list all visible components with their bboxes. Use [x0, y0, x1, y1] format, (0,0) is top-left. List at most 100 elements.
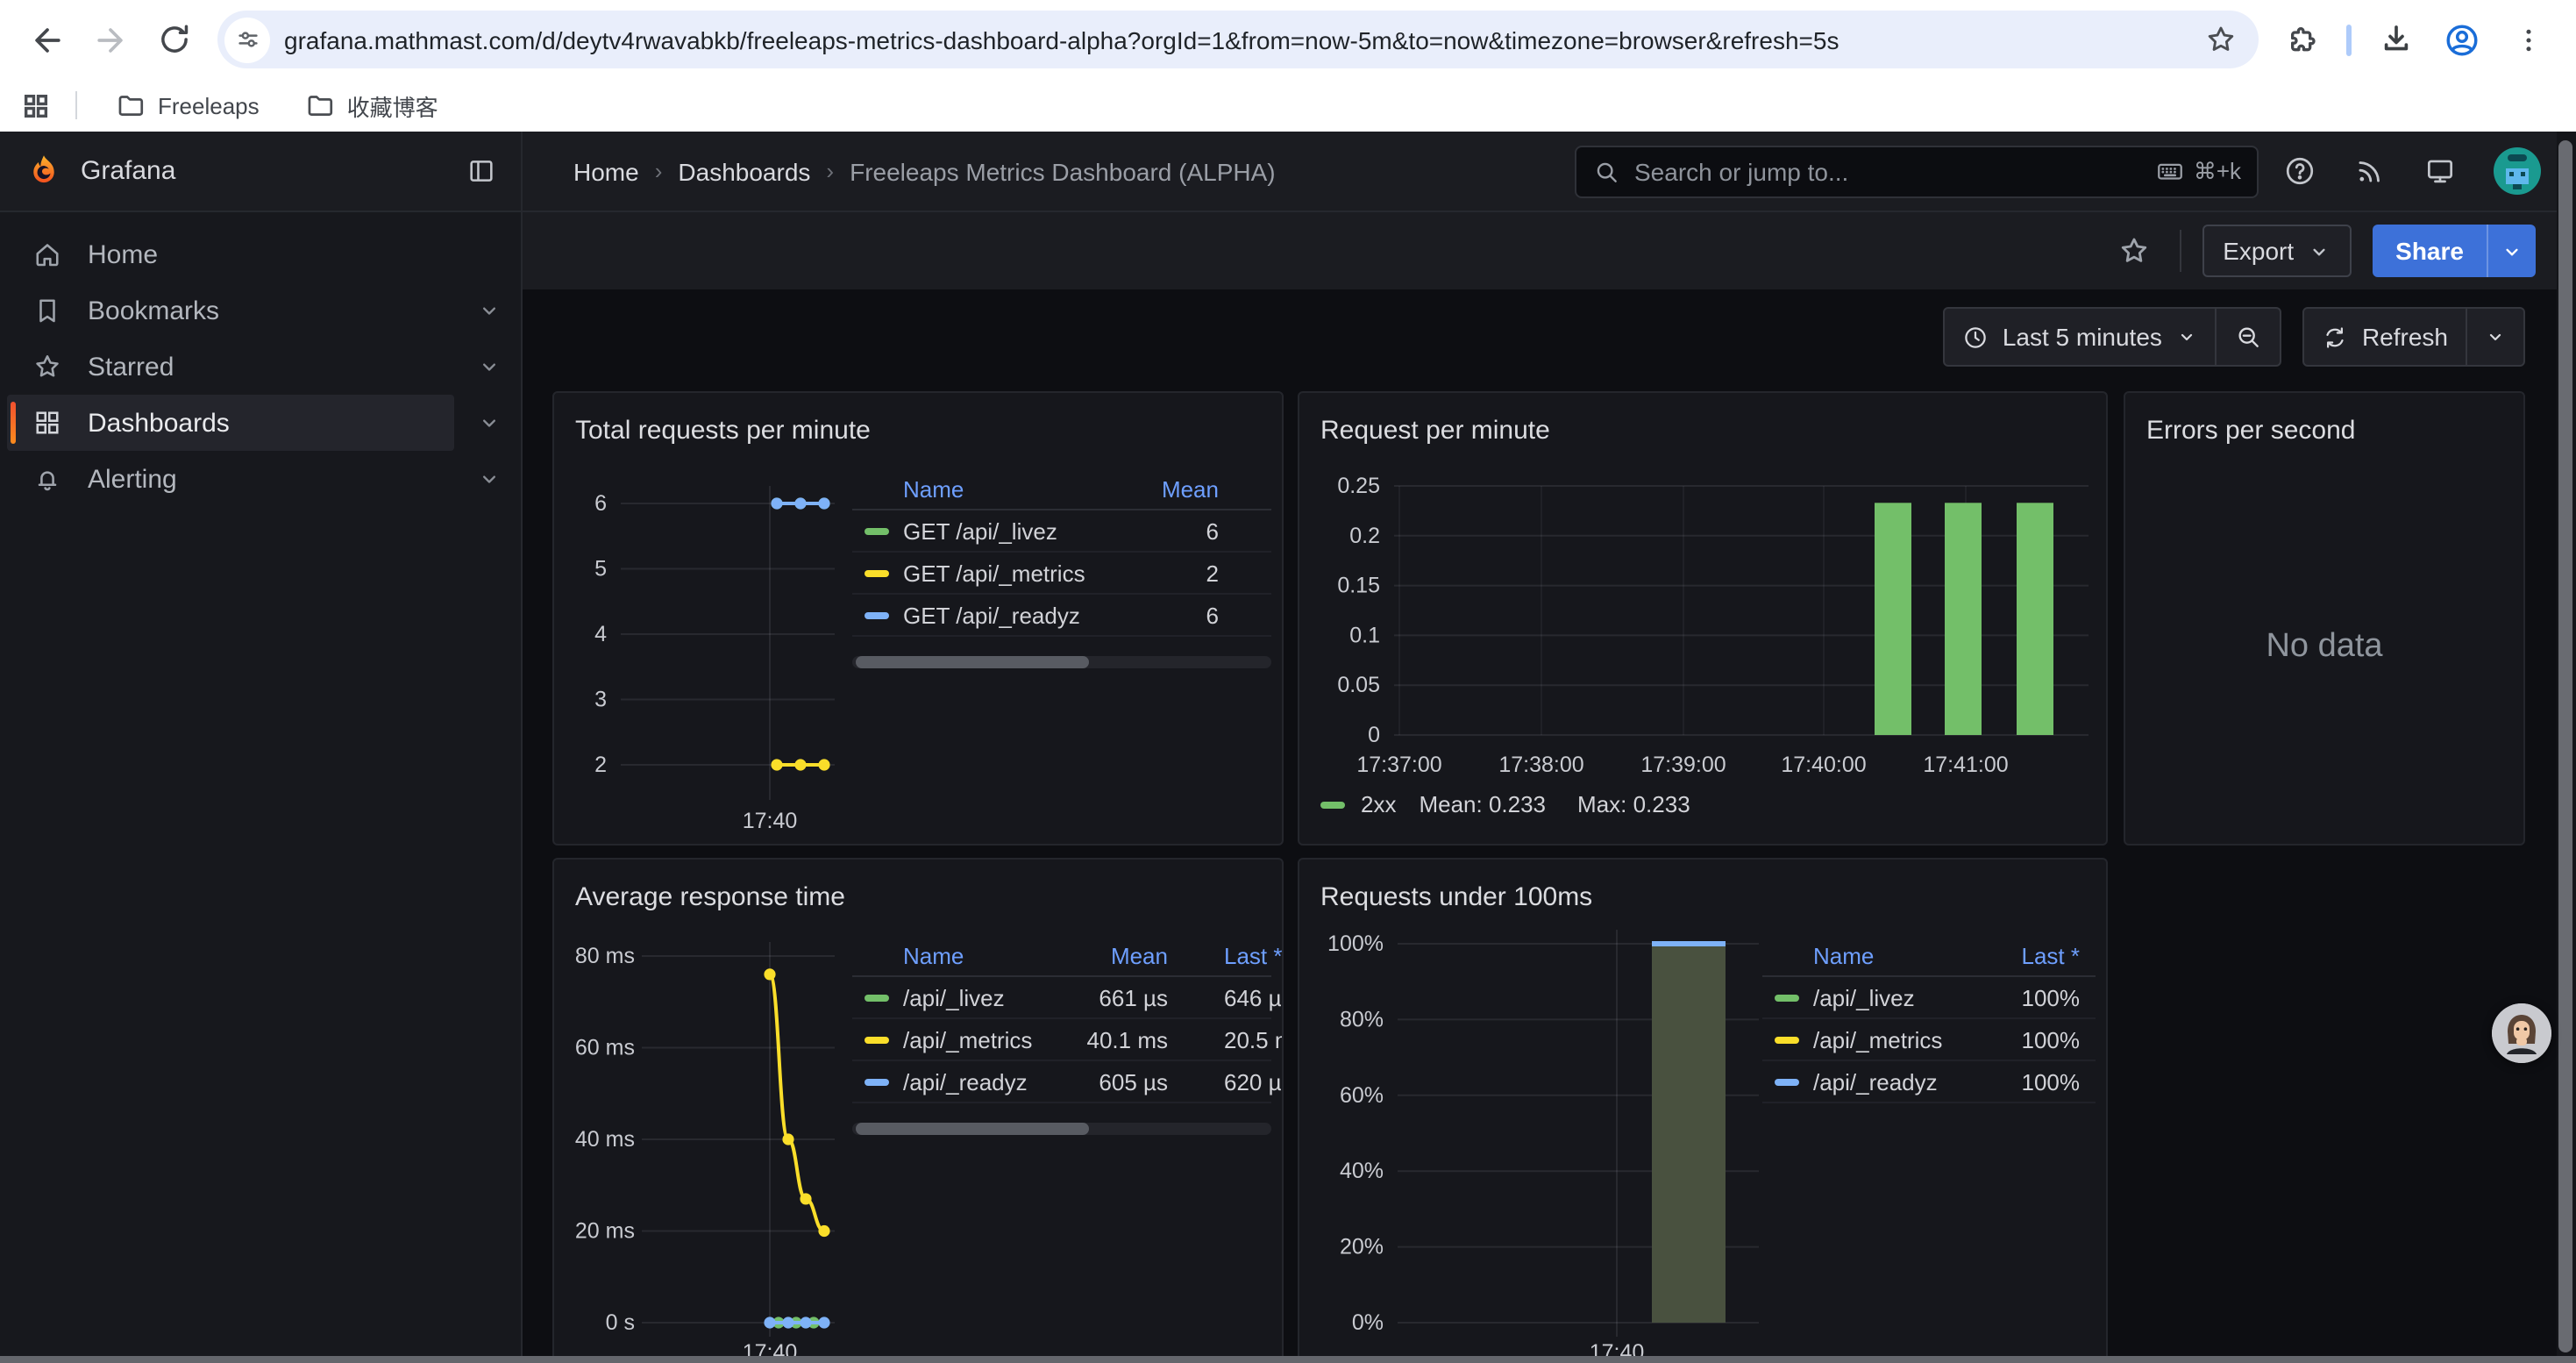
time-controls: Last 5 minutes Refresh [1943, 307, 2525, 367]
svg-text:17:41:00: 17:41:00 [1923, 753, 2008, 777]
series-name[interactable]: /api/_livez [903, 984, 1005, 1010]
svg-text:80%: 80% [1340, 1007, 1384, 1031]
legend-row[interactable]: /api/_metrics 100% [1762, 1019, 2096, 1061]
series-color-dash [1775, 994, 1799, 1001]
user-avatar[interactable] [2494, 147, 2541, 195]
legend-col-mean[interactable]: Mean [1162, 476, 1219, 503]
legend-col-name[interactable]: Name [903, 943, 964, 969]
series-name[interactable]: /api/_metrics [903, 1026, 1032, 1053]
bookmark-folder-freeleaps[interactable]: Freeleaps [102, 85, 274, 125]
legend-scrollbar[interactable] [852, 1123, 1271, 1135]
breadcrumb-dashboards[interactable]: Dashboards [678, 157, 810, 185]
legend-row[interactable]: GET /api/_metrics 2 [852, 553, 1271, 595]
sidebar-item-home[interactable]: Home [7, 226, 454, 282]
news-button[interactable] [2353, 154, 2387, 188]
scrollbar-thumb[interactable] [856, 1123, 1089, 1135]
horizontal-scrollbar[interactable] [0, 1356, 2576, 1363]
back-button[interactable] [18, 10, 77, 69]
series-name[interactable]: GET /api/_livez [903, 517, 1057, 544]
legend-col-last[interactable]: Last * [1224, 943, 1283, 969]
time-range-picker[interactable]: Last 5 minutes [1945, 309, 2215, 365]
favorite-star-button[interactable] [2116, 233, 2151, 268]
refresh-button[interactable]: Refresh [2304, 309, 2466, 365]
bookmark-star-button[interactable] [2204, 23, 2238, 56]
profile-button[interactable] [2432, 10, 2492, 69]
series-color-dash [865, 527, 889, 534]
legend-row[interactable]: /api/_readyz 100% [1762, 1061, 2096, 1103]
sidebar-item-starred[interactable]: Starred [7, 339, 454, 395]
chevron-down-icon[interactable] [477, 282, 502, 339]
svg-text:40 ms: 40 ms [575, 1127, 635, 1152]
series-color-dash [865, 994, 889, 1001]
vertical-scrollbar[interactable] [2557, 132, 2576, 1363]
export-button[interactable]: Export [2202, 225, 2352, 277]
downloads-button[interactable] [2366, 10, 2425, 69]
share-button[interactable]: Share [2373, 225, 2536, 277]
share-menu-button[interactable] [2487, 225, 2536, 277]
scrollbar-thumb[interactable] [856, 656, 1089, 668]
sidebar: Home Bookmarks Starred Dashboards [0, 212, 523, 1363]
bookmark-folder-blogs[interactable]: 收藏博客 [291, 83, 452, 127]
series-name[interactable]: /api/_readyz [1813, 1068, 1938, 1095]
help-button[interactable] [2283, 154, 2316, 188]
legend-col-last[interactable]: Last * [2022, 943, 2081, 969]
panel-total-requests[interactable]: Total requests per minute 6543217:40 Nam… [552, 391, 1284, 846]
extensions-button[interactable] [2273, 10, 2332, 69]
apps-grid-button[interactable] [21, 90, 51, 120]
monitor-icon [2423, 154, 2457, 188]
sidebar-item-dashboards[interactable]: Dashboards [7, 395, 454, 451]
legend-col-name[interactable]: Name [903, 476, 964, 503]
scrollbar-thumb[interactable] [2558, 140, 2572, 1352]
time-range-label: Last 5 minutes [2003, 323, 2162, 351]
site-info-icon[interactable] [224, 17, 270, 62]
address-bar[interactable]: grafana.mathmast.com/d/deytv4rwavabkb/fr… [217, 11, 2259, 68]
help-icon [2283, 154, 2316, 188]
zoom-out-button[interactable] [2217, 309, 2280, 365]
breadcrumb-home[interactable]: Home [573, 157, 639, 185]
series-name[interactable]: /api/_metrics [1813, 1026, 1942, 1053]
panel-avg-response-time[interactable]: Average response time 80 ms60 ms40 ms20 … [552, 858, 1284, 1363]
forward-button[interactable] [81, 10, 140, 69]
legend-row[interactable]: /api/_livez 661 µs 646 µs [852, 977, 1271, 1019]
series-name[interactable]: GET /api/_readyz [903, 602, 1080, 628]
folder-icon [305, 90, 335, 120]
chevron-down-icon[interactable] [477, 451, 502, 507]
browser-menu-button[interactable] [2499, 10, 2558, 69]
grafana-header: Grafana Home › Dashboards › Freeleaps Me… [0, 132, 2576, 212]
series-name[interactable]: /api/_livez [1813, 984, 1915, 1010]
extensions-puzzle-icon [2285, 22, 2320, 57]
legend-row[interactable]: /api/_metrics 40.1 ms 20.5 ms [852, 1019, 1271, 1061]
sidebar-item-bookmarks[interactable]: Bookmarks [7, 282, 454, 339]
legend-col-name[interactable]: Name [1813, 943, 1874, 969]
search-input[interactable]: Search or jump to... ⌘+k [1575, 145, 2259, 197]
refresh-icon [2322, 324, 2348, 350]
legend-row[interactable]: /api/_readyz 605 µs 620 µs [852, 1061, 1271, 1103]
legend-row[interactable]: /api/_livez 100% [1762, 977, 2096, 1019]
refresh-interval-button[interactable] [2467, 309, 2523, 365]
assistant-avatar[interactable] [2492, 1003, 2551, 1063]
series-name[interactable]: GET /api/_metrics [903, 560, 1085, 586]
panel-title: Requests under 100ms [1320, 882, 1592, 912]
panel-request-per-minute[interactable]: Request per minute 0.250.20.150.10.05017… [1298, 391, 2108, 846]
reload-button[interactable] [144, 10, 203, 69]
legend-row[interactable]: GET /api/_readyz 6 [852, 595, 1271, 637]
legend-row[interactable]: GET /api/_livez 6 [852, 510, 1271, 553]
panel-errors-per-second[interactable]: Errors per second No data [2124, 391, 2525, 846]
legend-row[interactable]: 2xx Mean: 0.233 Max: 0.233 [1320, 791, 1690, 817]
chevron-down-icon[interactable] [477, 395, 502, 451]
sidebar-item-alerting[interactable]: Alerting [7, 451, 454, 507]
svg-text:80 ms: 80 ms [575, 944, 635, 968]
legend-col-mean[interactable]: Mean [1111, 943, 1168, 969]
sidebar-toggle-button[interactable] [466, 156, 496, 186]
panel-title: Average response time [575, 882, 845, 912]
series-mean: 2 [1206, 560, 1219, 586]
series-name[interactable]: 2xx [1361, 791, 1396, 817]
chevron-down-icon [2308, 239, 2330, 262]
panel-requests-under-100ms[interactable]: Requests under 100ms 100%80%60%40%20%0%1… [1298, 858, 2108, 1363]
dashboard-canvas: Last 5 minutes Refresh [523, 289, 2557, 1363]
series-name[interactable]: /api/_readyz [903, 1068, 1028, 1095]
legend-table: Name Mean Last * /api/_livez 661 µs 646 … [852, 937, 1271, 1135]
legend-scrollbar[interactable] [852, 656, 1271, 668]
display-button[interactable] [2423, 154, 2457, 188]
chevron-down-icon[interactable] [477, 339, 502, 395]
